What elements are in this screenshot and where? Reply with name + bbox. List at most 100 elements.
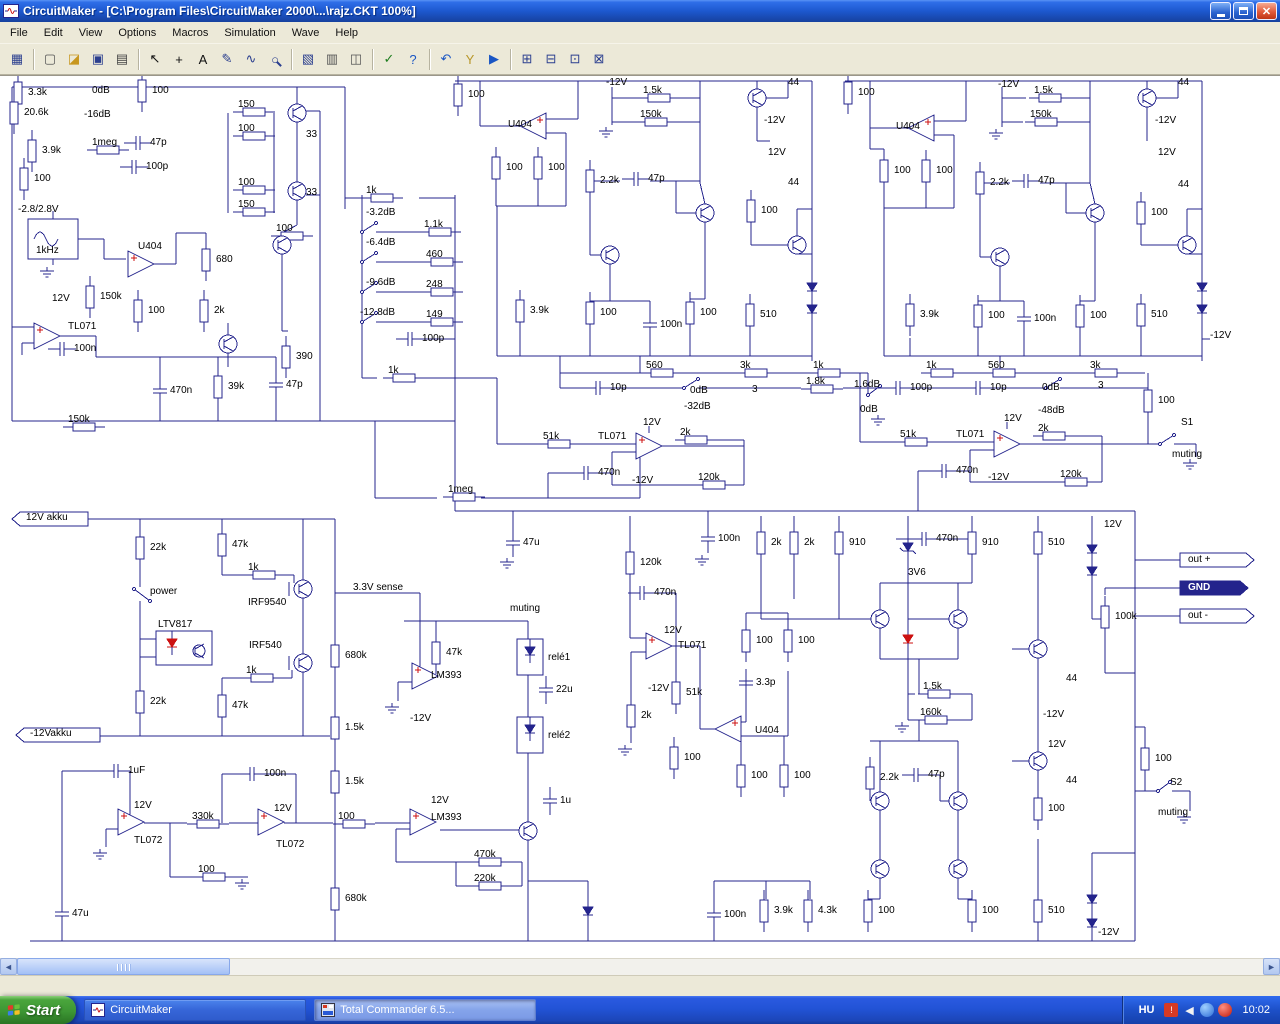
schematic-label: 100p <box>422 333 445 344</box>
open-file-icon[interactable]: ◪ <box>62 48 86 71</box>
run-simulation-icon[interactable]: ▶ <box>482 48 506 71</box>
cursor-tool-icon[interactable]: ↖ <box>143 48 167 71</box>
print-icon[interactable]: ▤ <box>110 48 134 71</box>
save-file-icon[interactable]: ▣ <box>86 48 110 71</box>
schematic-label: muting <box>510 603 541 614</box>
close-button[interactable]: ✕ <box>1256 2 1277 20</box>
digital-options-icon[interactable]: ✓ <box>377 48 401 71</box>
schematic-label: 680k <box>345 650 367 661</box>
schematic-label: 2k <box>641 710 652 721</box>
schematic-label: 47p <box>150 137 167 148</box>
signal-window-icon[interactable]: ⊠ <box>587 48 611 71</box>
schematic-label: 0dB <box>690 385 708 396</box>
schematic-label: 100 <box>756 635 773 646</box>
schematic-label: 150k <box>100 291 122 302</box>
tray-antivirus-icon[interactable]: ! <box>1164 1003 1179 1017</box>
schematic-label: 47k <box>232 700 249 711</box>
reset-icon[interactable]: ↶ <box>434 48 458 71</box>
maximize-button[interactable] <box>1233 2 1254 20</box>
probe-tool-icon[interactable]: Y <box>458 48 482 71</box>
schematic-label: 3.9k <box>530 305 549 316</box>
sheet-icon[interactable]: ▦ <box>5 48 29 71</box>
copy-icon[interactable]: ▥ <box>320 48 344 71</box>
schematic-label: 33 <box>306 129 318 140</box>
schematic-label: S2 <box>1170 777 1183 788</box>
menu-wave[interactable]: Wave <box>284 23 328 43</box>
schematic-label: LM393 <box>431 670 462 681</box>
digital-instrument-icon[interactable]: ⊞ <box>515 48 539 71</box>
stop-instrument-icon[interactable]: ⊟ <box>539 48 563 71</box>
schematic-label: 100k <box>1115 611 1137 622</box>
language-indicator[interactable]: HU <box>1136 1002 1158 1018</box>
schematic-label: 150k <box>1030 109 1052 120</box>
zoom-tool-icon[interactable]: ○ <box>263 48 287 71</box>
menu-help[interactable]: Help <box>327 23 366 43</box>
schematic-label: 12V <box>52 293 70 304</box>
menu-options[interactable]: Options <box>110 23 164 43</box>
wire-tool-icon[interactable]: ✎ <box>215 48 239 71</box>
schematic-label: 51k <box>686 687 703 698</box>
minimize-button[interactable] <box>1210 2 1231 20</box>
schematic-label: 100n <box>718 533 741 544</box>
schematic-label: 100 <box>700 307 717 318</box>
schematic-canvas[interactable]: 3.3k 0dB 100 20.6k -16dB 1meg 3.9k 47p 100p 100 15… <box>0 75 1280 958</box>
start-button[interactable]: Start <box>0 996 77 1024</box>
schematic-label: 47u <box>72 908 89 919</box>
schematic-label: 1k <box>246 665 257 676</box>
schematic-label: 12V akku <box>26 512 68 523</box>
horizontal-scrollbar[interactable]: ◄ ► <box>0 958 1280 975</box>
schematic-label: IRF9540 <box>248 597 287 608</box>
tray-volume-icon[interactable]: ◀ <box>1182 1003 1196 1017</box>
place-part-tool-icon[interactable]: + <box>167 48 191 71</box>
new-file-icon[interactable]: ▢ <box>38 48 62 71</box>
waveform-tool-icon[interactable]: ∿ <box>239 48 263 71</box>
split-pane-icon[interactable]: ◫ <box>344 48 368 71</box>
schematic-label: 470k <box>474 849 496 860</box>
schematic-label: S1 <box>1181 417 1194 428</box>
schematic-label: 100 <box>600 307 617 318</box>
schematic-label: 1k <box>248 562 259 573</box>
taskbar-task-total[interactable]: Total Commander 6.5... <box>314 999 537 1021</box>
task-buttons: CircuitMaker Total Commander 6.5... <box>76 999 537 1021</box>
scroll-left-button[interactable]: ◄ <box>0 958 17 975</box>
title-bar[interactable]: CircuitMaker - [C:\Program Files\Circuit… <box>0 0 1280 22</box>
tray-alert-icon[interactable] <box>1218 1003 1233 1017</box>
schematic-label: 100 <box>878 905 895 916</box>
schematic-label: 470n <box>654 587 677 598</box>
schematic-label: 44 <box>788 77 800 88</box>
schematic-label: 120k <box>640 557 662 568</box>
menu-edit[interactable]: Edit <box>36 23 71 43</box>
schematic-label: 100 <box>858 87 875 98</box>
tray-network-icon[interactable] <box>1200 1003 1215 1017</box>
schematic-label: 1.5k <box>345 722 364 733</box>
menu-view[interactable]: View <box>71 23 111 43</box>
schematic-label: 12V <box>431 795 449 806</box>
scrollbar-thumb[interactable] <box>17 958 230 975</box>
schematic-label: 12V <box>1048 739 1066 750</box>
task-label: Total Commander 6.5... <box>340 1004 455 1016</box>
schematic-label: 44 <box>788 177 800 188</box>
schematic-label: 47u <box>523 537 540 548</box>
zoom-window-icon[interactable]: ▧ <box>296 48 320 71</box>
schematic-label: -12V <box>1043 709 1065 720</box>
menu-simulation[interactable]: Simulation <box>216 23 283 43</box>
schematic-label: 100n <box>660 319 683 330</box>
schematic-label: -6.4dB <box>366 237 396 248</box>
schematic-label: 100 <box>34 173 51 184</box>
menu-macros[interactable]: Macros <box>164 23 216 43</box>
schematic-label: 120k <box>698 472 720 483</box>
text-tool-icon[interactable]: A <box>191 48 215 71</box>
schematic-label: 510 <box>1048 537 1065 548</box>
schematic-label: IRF540 <box>249 640 282 651</box>
schematic-label: 1k <box>813 360 824 371</box>
schematic-label: 470n <box>956 465 979 476</box>
menu-file[interactable]: File <box>2 23 36 43</box>
scroll-right-button[interactable]: ► <box>1263 958 1280 975</box>
schematic-label: 3 <box>1098 380 1104 391</box>
schematic-label: 100 <box>1090 310 1107 321</box>
schematic-label: 100n <box>724 909 747 920</box>
help-tool-icon[interactable]: ? <box>401 48 425 71</box>
taskbar-task-circuitmaker[interactable]: CircuitMaker <box>84 999 307 1021</box>
schematic-label: 390 <box>296 351 313 362</box>
scope-window-icon[interactable]: ⊡ <box>563 48 587 71</box>
